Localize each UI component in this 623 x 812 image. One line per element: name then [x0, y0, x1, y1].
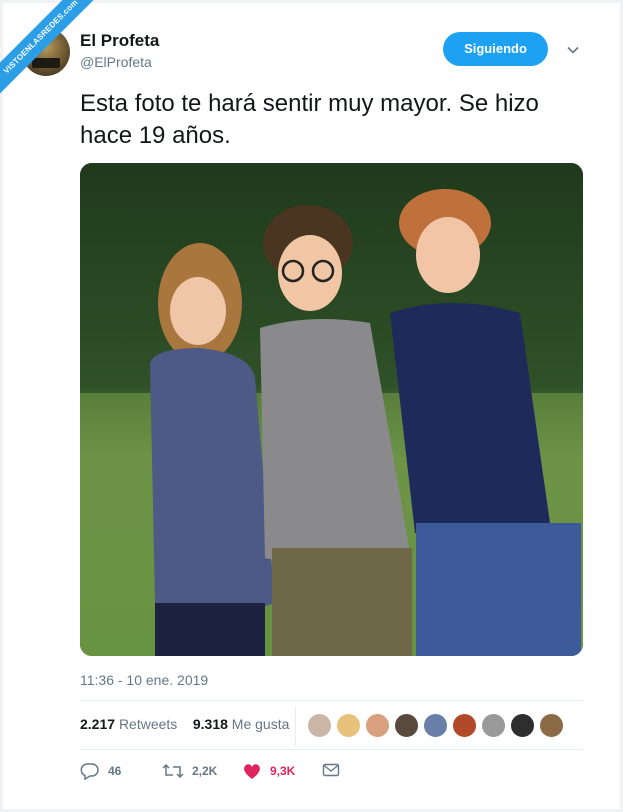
- likes-label: Me gusta: [231, 716, 290, 732]
- direct-message-button[interactable]: [322, 762, 348, 778]
- retweet-count: 2,2K: [192, 764, 218, 778]
- liker-avatar[interactable]: [510, 713, 535, 738]
- tweet-stats: 2.217 Retweets 9.318 Me gusta: [80, 716, 289, 732]
- liker-avatar[interactable]: [336, 713, 361, 738]
- like-count: 9,3K: [270, 764, 296, 778]
- retweets-count: 2.217: [80, 716, 116, 732]
- heart-icon: [244, 764, 260, 779]
- retweets-stat[interactable]: 2.217 Retweets: [80, 716, 177, 732]
- like-button[interactable]: 9,3K: [242, 762, 295, 780]
- liker-avatar[interactable]: [452, 713, 477, 738]
- liker-avatar[interactable]: [423, 713, 448, 738]
- liker-avatar[interactable]: [307, 713, 332, 738]
- reply-button[interactable]: 46: [80, 762, 121, 780]
- tweet-timestamp[interactable]: 11:36 - 10 ene. 2019: [80, 672, 208, 688]
- envelope-icon: [322, 763, 340, 777]
- liker-avatar[interactable]: [539, 713, 564, 738]
- divider: [80, 749, 583, 750]
- divider: [80, 700, 583, 701]
- tweet-text: Esta foto te hará sentir muy mayor. Se h…: [80, 90, 539, 149]
- chevron-down-icon[interactable]: [565, 42, 581, 58]
- liker-avatar[interactable]: [481, 713, 506, 738]
- retweet-icon: [162, 763, 184, 779]
- watermark-ribbon: VISTOENLASREDES.com: [0, 0, 110, 110]
- photo-image: [80, 163, 583, 656]
- watermark-text: VISTOENLASREDES.com: [0, 0, 109, 105]
- likes-count: 9.318: [192, 716, 228, 732]
- retweets-label: Retweets: [118, 716, 178, 732]
- reply-icon: [80, 763, 99, 780]
- divider: [295, 706, 296, 746]
- liker-avatar[interactable]: [394, 713, 419, 738]
- reply-count: 46: [108, 764, 122, 778]
- retweet-button[interactable]: 2,2K: [162, 762, 217, 780]
- liker-avatar[interactable]: [365, 713, 390, 738]
- likes-stat[interactable]: 9.318 Me gusta: [193, 716, 290, 732]
- tweet-actions: 46 2,2K 9,3K: [80, 762, 500, 784]
- following-button[interactable]: Siguiendo: [443, 32, 548, 66]
- tweet-photo[interactable]: [80, 163, 583, 656]
